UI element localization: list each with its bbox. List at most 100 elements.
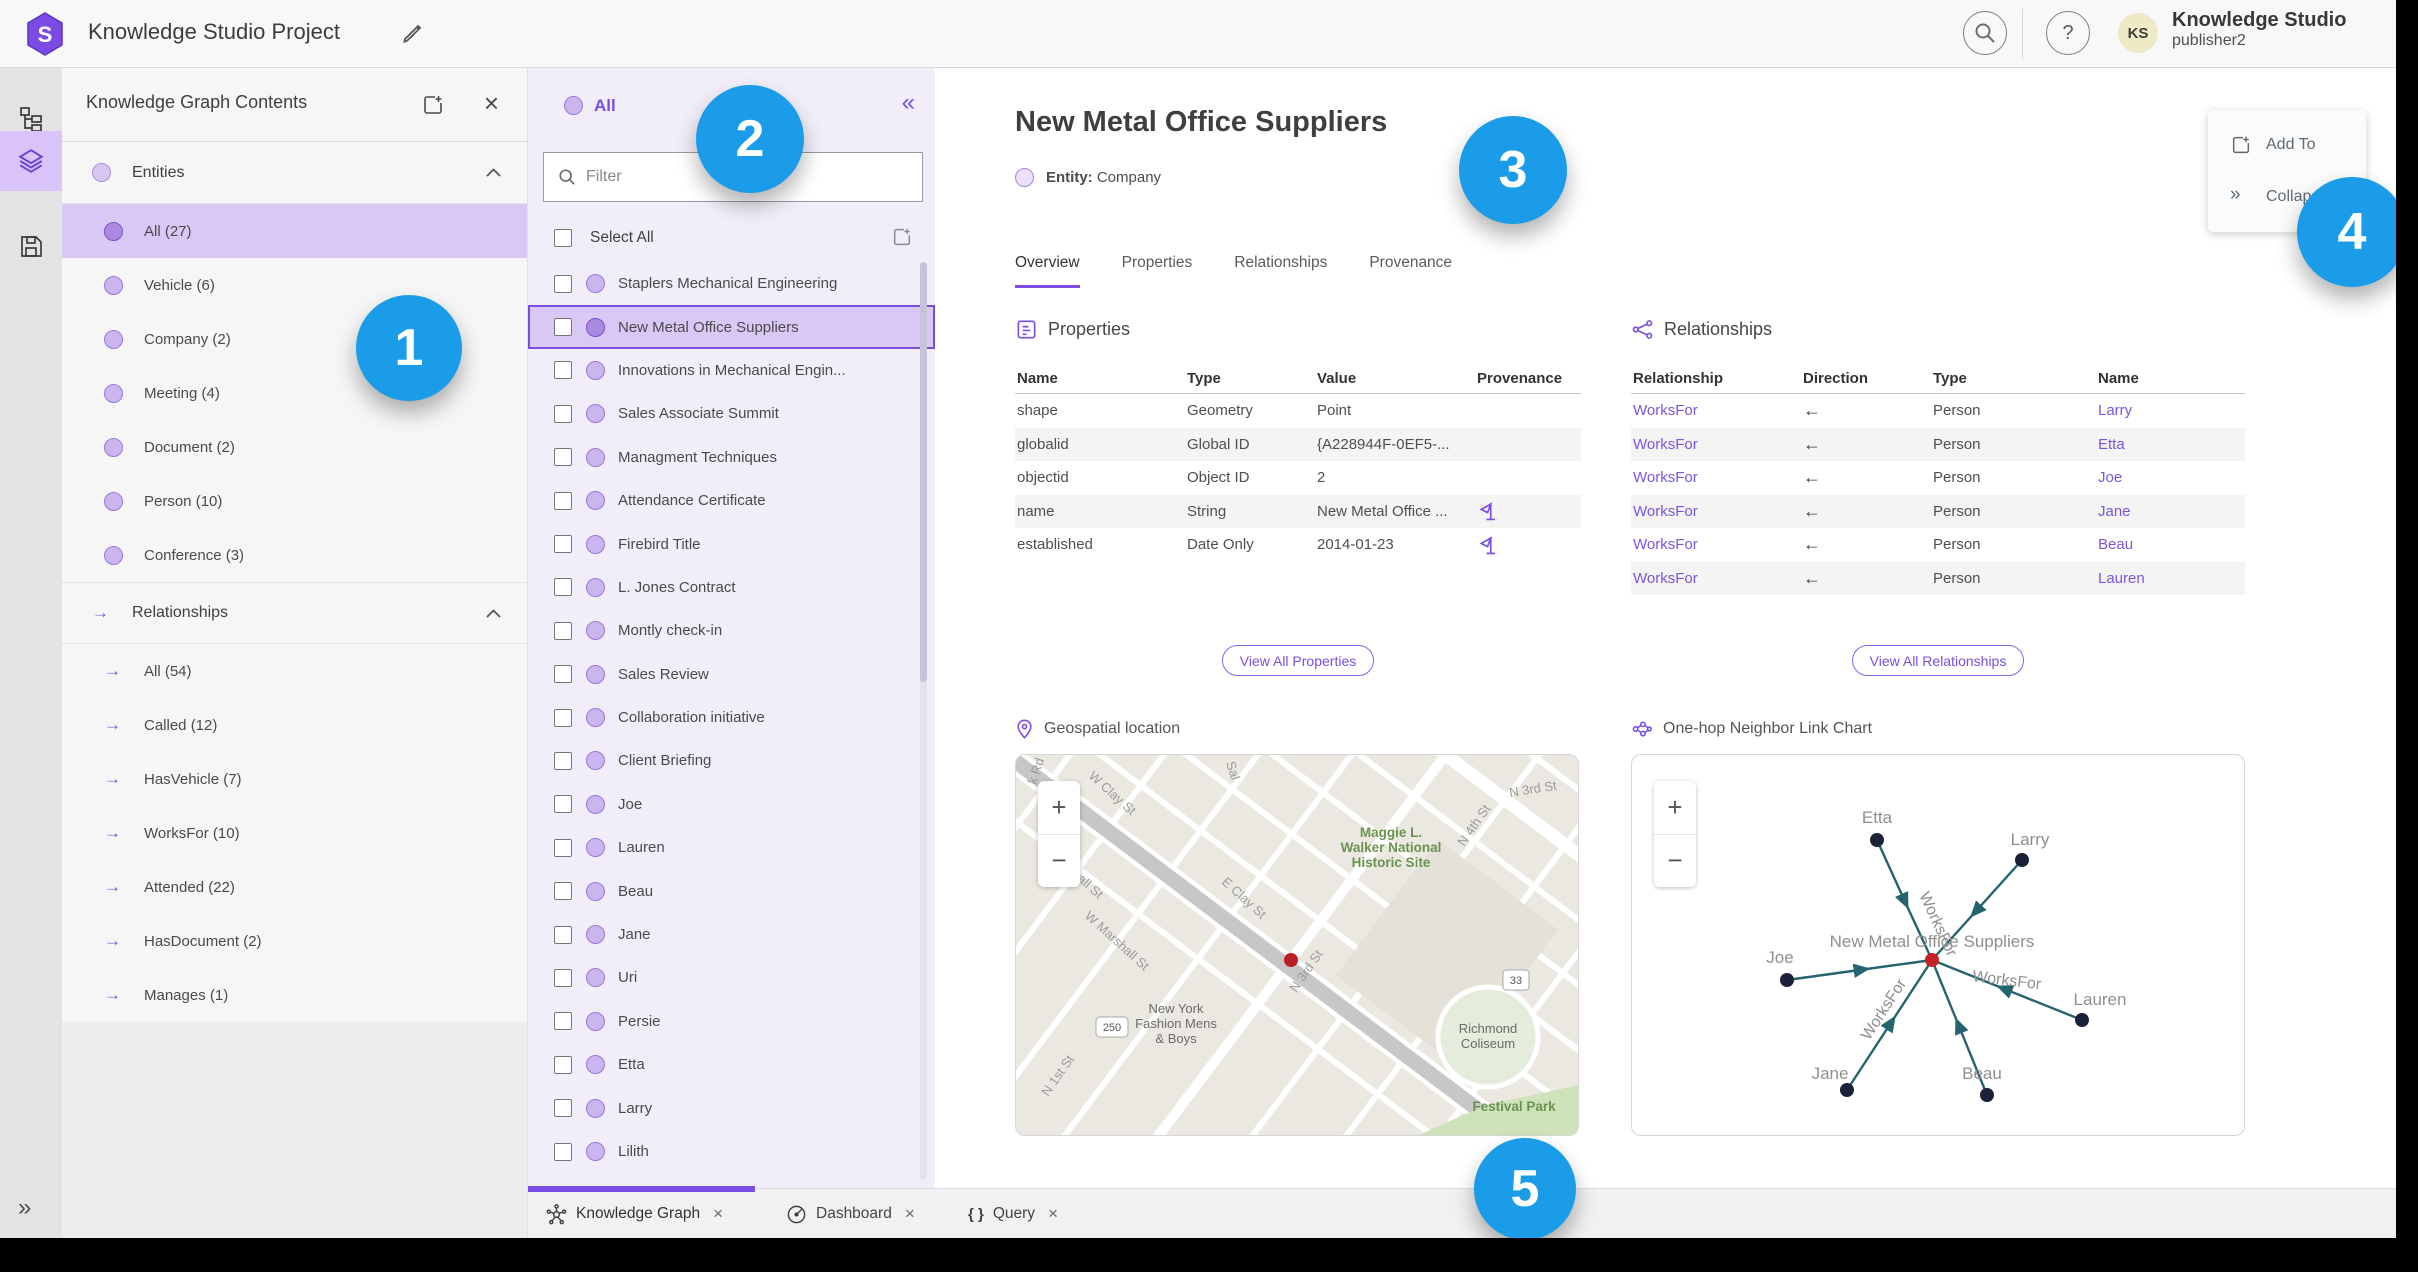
collapse-panel-chevrons[interactable]: «	[902, 89, 915, 117]
item-checkbox[interactable]	[554, 491, 572, 510]
entity-list-item[interactable]: Lauren	[528, 826, 935, 869]
tab-relationships[interactable]: Relationships	[1234, 254, 1327, 288]
item-checkbox[interactable]	[554, 404, 572, 423]
tab-provenance[interactable]: Provenance	[1369, 254, 1452, 288]
zoom-out-button[interactable]: −	[1038, 835, 1080, 888]
tab-overview[interactable]: Overview	[1015, 254, 1080, 288]
entity-name-link[interactable]: Lauren	[2096, 570, 2245, 587]
sidebar-relationship-item[interactable]: → All (54)	[62, 644, 527, 698]
add-to-new-button[interactable]	[421, 93, 445, 117]
relationship-link[interactable]: WorksFor	[1631, 436, 1801, 453]
entity-list-item[interactable]: Uri	[528, 956, 935, 999]
tab-dashboard[interactable]: Dashboard ×	[786, 1189, 915, 1239]
entity-list-item[interactable]: L. Jones Contract	[528, 566, 935, 609]
close-icon[interactable]: ×	[484, 88, 499, 119]
sidebar-relationship-item[interactable]: → Attended (22)	[62, 860, 527, 914]
entity-list-item[interactable]: Sales Associate Summit	[528, 392, 935, 435]
item-checkbox[interactable]	[554, 751, 572, 770]
edit-title-pencil-icon[interactable]	[400, 20, 428, 48]
sidebar-relationship-item[interactable]: → Called (12)	[62, 698, 527, 752]
sidebar-entity-item[interactable]: Document (2)	[62, 420, 527, 474]
sidebar-entity-item[interactable]: Conference (3)	[62, 528, 527, 582]
item-checkbox[interactable]	[554, 882, 572, 901]
add-to-new-button[interactable]	[891, 226, 913, 248]
item-checkbox[interactable]	[554, 535, 572, 554]
sidebar-relationship-item[interactable]: → Manages (1)	[62, 968, 527, 1022]
entity-list-item[interactable]: Larry	[528, 1086, 935, 1129]
entity-name-link[interactable]: Jane	[2096, 503, 2245, 520]
relationship-link[interactable]: WorksFor	[1631, 570, 1801, 587]
sidebar-relationship-item[interactable]: → HasVehicle (7)	[62, 752, 527, 806]
close-tab-icon[interactable]: ×	[713, 1204, 723, 1224]
entity-name-link[interactable]: Joe	[2096, 469, 2245, 486]
entity-name-link[interactable]: Beau	[2096, 536, 2245, 553]
item-checkbox[interactable]	[554, 925, 572, 944]
provenance-flag-icon[interactable]	[1475, 535, 1581, 555]
entity-list-item[interactable]: Firebird Title	[528, 522, 935, 565]
tab-knowledge-graph[interactable]: Knowledge Graph ×	[546, 1189, 723, 1239]
link-chart-panel[interactable]: + − Etta Larry Joe Lauren Jane Beau New …	[1631, 754, 2245, 1136]
sidebar-relationship-item[interactable]: → WorksFor (10)	[62, 806, 527, 860]
item-checkbox[interactable]	[554, 1055, 572, 1074]
entity-list-item[interactable]: Jane	[528, 913, 935, 956]
item-checkbox[interactable]	[554, 665, 572, 684]
item-checkbox[interactable]	[554, 361, 572, 380]
entity-list-item[interactable]: Joe	[528, 783, 935, 826]
entity-list-item[interactable]: Managment Techniques	[528, 436, 935, 479]
tab-properties[interactable]: Properties	[1122, 254, 1193, 288]
zoom-in-button[interactable]: +	[1654, 781, 1696, 835]
node-joe[interactable]	[1780, 973, 1794, 987]
relationships-section-header[interactable]: → Relationships	[62, 582, 527, 644]
node-jane[interactable]	[1840, 1083, 1854, 1097]
provenance-flag-icon[interactable]	[1475, 501, 1581, 521]
node-lauren[interactable]	[2075, 1013, 2089, 1027]
entity-list-item[interactable]: Beau	[528, 869, 935, 912]
node-etta[interactable]	[1870, 833, 1884, 847]
sidebar-entity-item[interactable]: All (27)	[62, 204, 527, 258]
zoom-out-button[interactable]: −	[1654, 835, 1696, 888]
user-block[interactable]: Knowledge Studio publisher2	[2172, 9, 2346, 50]
help-button[interactable]: ?	[2046, 11, 2090, 55]
item-checkbox[interactable]	[554, 1012, 572, 1031]
entity-list-item[interactable]: Client Briefing	[528, 739, 935, 782]
entity-name-link[interactable]: Etta	[2096, 436, 2245, 453]
item-checkbox[interactable]	[554, 795, 572, 814]
item-checkbox[interactable]	[554, 621, 572, 640]
sidebar-entity-item[interactable]: Person (10)	[62, 474, 527, 528]
link-chart-canvas[interactable]: Etta Larry Joe Lauren Jane Beau New Meta…	[1632, 755, 2244, 1135]
entity-list-item[interactable]: Attendance Certificate	[528, 479, 935, 522]
entity-list-item[interactable]: Innovations in Mechanical Engin...	[528, 349, 935, 392]
rail-save-button[interactable]	[0, 216, 62, 276]
relationship-link[interactable]: WorksFor	[1631, 402, 1801, 419]
view-all-relationships-button[interactable]: View All Relationships	[1852, 645, 2024, 676]
chevron-up-icon[interactable]	[486, 609, 501, 618]
relationship-link[interactable]: WorksFor	[1631, 503, 1801, 520]
entity-list-item[interactable]: Collaboration initiative	[528, 696, 935, 739]
close-tab-icon[interactable]: ×	[1048, 1204, 1058, 1224]
entity-list-item[interactable]: Etta	[528, 1043, 935, 1086]
zoom-in-button[interactable]: +	[1038, 781, 1080, 835]
list-scrollbar[interactable]	[920, 262, 927, 1180]
node-larry[interactable]	[2015, 853, 2029, 867]
item-checkbox[interactable]	[554, 968, 572, 987]
search-button[interactable]	[1963, 11, 2007, 55]
avatar[interactable]: KS	[2118, 13, 2158, 53]
select-all-checkbox[interactable]	[554, 229, 572, 247]
item-checkbox[interactable]	[554, 708, 572, 727]
node-center[interactable]	[1925, 953, 1939, 967]
scrollbar-thumb[interactable]	[920, 262, 927, 682]
map-panel[interactable]: + − k Rd W Clay St Sal N 3rd St N 4th St…	[1015, 754, 1579, 1136]
chevron-up-icon[interactable]	[486, 168, 501, 177]
item-checkbox[interactable]	[554, 274, 572, 293]
item-checkbox[interactable]	[554, 1099, 572, 1118]
item-checkbox[interactable]	[554, 448, 572, 467]
entity-list-item[interactable]: Staplers Mechanical Engineering	[528, 262, 935, 305]
add-to-menu-item[interactable]: Add To	[2208, 132, 2366, 162]
map-canvas[interactable]: k Rd W Clay St Sal N 3rd St N 4th St E C…	[1016, 755, 1579, 1136]
sidebar-relationship-item[interactable]: → HasDocument (2)	[62, 914, 527, 968]
rail-contents-button[interactable]	[0, 131, 62, 191]
entity-name-link[interactable]: Larry	[2096, 402, 2245, 419]
entity-list-item[interactable]: Persie	[528, 1000, 935, 1043]
entity-list-item[interactable]: New Metal Office Suppliers	[528, 305, 935, 349]
entity-list-item[interactable]: Sales Review	[528, 653, 935, 696]
